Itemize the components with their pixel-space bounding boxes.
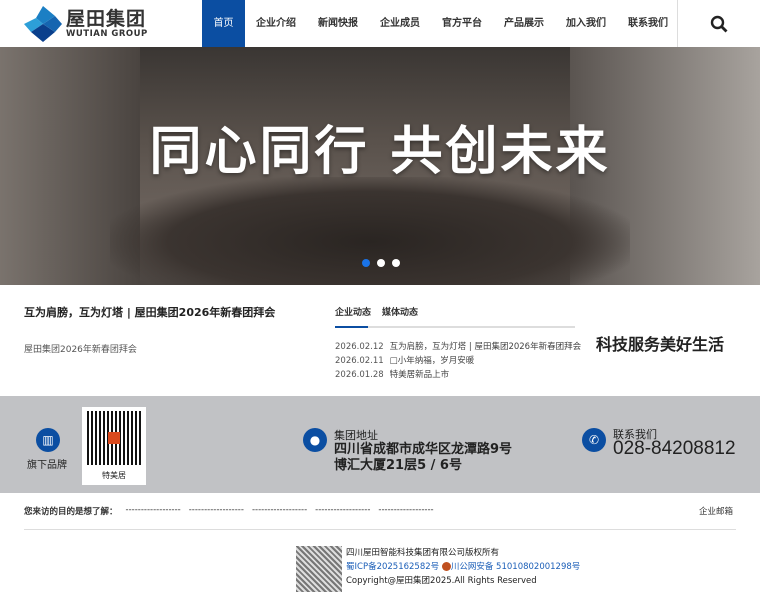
news-link[interactable]: 互为肩膀，互为灯塔 | 屋田集团2026年新春团拜会 — [390, 342, 581, 352]
enterprise-mail-link[interactable]: 企业邮箱 — [699, 505, 733, 517]
purpose-link[interactable]: ------------------ — [126, 505, 181, 517]
featured-news: 互为肩膀，互为灯塔 | 屋田集团2026年新春团拜会 屋田集团2026年新春团拜… — [24, 304, 275, 355]
qr-code-image — [87, 411, 141, 465]
police-record-link[interactable]: 川公网安备 51010802001298号 — [451, 562, 580, 572]
brands-label: 旗下品牌 — [27, 460, 67, 471]
building-icon: ▥ — [36, 428, 60, 452]
location-pin-icon: ● — [303, 428, 327, 452]
logo-icon — [24, 6, 62, 42]
featured-news-summary: 屋田集团2026年新春团拜会 — [24, 345, 137, 355]
news-tabs: 企业动态 媒体动态 2026.02.12 互为肩膀，互为灯塔 | 屋田集团2026… — [335, 305, 581, 382]
purpose-link[interactable]: ------------------ — [378, 505, 433, 517]
news-date: 2026.02.12 — [335, 342, 384, 352]
address-line-1: 四川省成都市成华区龙潭路9号 — [334, 442, 513, 457]
tab-media-news[interactable]: 媒体动态 — [382, 305, 418, 326]
motto: 科技服务美好生活 — [596, 335, 725, 354]
nav-contact[interactable]: 联系我们 — [617, 0, 679, 47]
search-button[interactable] — [677, 0, 760, 47]
phone-icon: ✆ — [582, 428, 606, 452]
phone-number[interactable]: 028-84208812 — [613, 438, 736, 460]
address: 四川省成都市成华区龙潭路9号 博汇大厦21层5 / 6号 — [334, 442, 512, 474]
purpose-link[interactable]: ------------------ — [315, 505, 370, 517]
news-link[interactable]: □小年纳福，岁月安暖 — [390, 356, 475, 366]
hero-slogan: 同心同行 共创未来 — [149, 122, 611, 182]
tab-indicator — [335, 326, 575, 328]
nav-about[interactable]: 企业介绍 — [245, 0, 307, 47]
news-date: 2026.01.28 — [335, 370, 384, 380]
nav-members[interactable]: 企业成员 — [369, 0, 431, 47]
company-copyright: 四川屋田智能科技集团有限公司版权所有 — [346, 548, 500, 558]
news-link[interactable]: 特美居新品上市 — [390, 370, 450, 380]
nav-join[interactable]: 加入我们 — [555, 0, 617, 47]
slide-dot-1[interactable] — [362, 259, 370, 267]
hero-banner[interactable]: 同心同行 共创未来 — [0, 47, 760, 285]
brand-qr[interactable]: 特美居 — [82, 407, 146, 485]
main-nav: 首页 企业介绍 新闻快报 企业成员 官方平台 产品展示 加入我们 联系我们 — [202, 0, 679, 47]
logo-name: 屋田集团 — [66, 8, 147, 30]
icp-link[interactable]: 蜀ICP备2025162582号 — [346, 562, 439, 572]
slide-dots — [362, 259, 400, 267]
nav-news[interactable]: 新闻快报 — [307, 0, 369, 47]
nav-products[interactable]: 产品展示 — [493, 0, 555, 47]
footer-qr-code — [296, 546, 342, 592]
slide-dot-3[interactable] — [392, 259, 400, 267]
list-item[interactable]: 2026.02.11 □小年纳福，岁月安暖 — [335, 354, 575, 368]
address-line-2: 博汇大厦21层5 / 6号 — [334, 458, 462, 473]
visit-label: 您来访的目的是想了解： — [24, 507, 118, 517]
logo-en: WUTIAN GROUP — [66, 29, 148, 39]
featured-news-title[interactable]: 互为肩膀，互为灯塔 | 屋田集团2026年新春团拜会 — [24, 304, 275, 320]
list-item[interactable]: 2026.01.28 特美居新品上市 — [335, 368, 575, 382]
info-band: ▥ 旗下品牌 特美居 ● 集团地址 四川省成都市成华区龙潭路9号 博汇大厦21层… — [0, 396, 760, 493]
purpose-link[interactable]: ------------------ — [189, 505, 244, 517]
nav-home[interactable]: 首页 — [202, 0, 245, 47]
news-list: 2026.02.12 互为肩膀，互为灯塔 | 屋田集团2026年新春团拜会 202… — [335, 340, 581, 382]
address-label: 集团地址 — [334, 429, 378, 442]
header: 屋田集团 WUTIAN GROUP 首页 企业介绍 新闻快报 企业成员 官方平台… — [0, 0, 760, 47]
qr-label: 特美居 — [102, 471, 126, 480]
footer-divider — [24, 529, 736, 530]
police-badge-icon — [441, 562, 451, 571]
visit-purpose: 您来访的目的是想了解： ------------------ ---------… — [24, 505, 434, 517]
copyright-block: 四川屋田智能科技集团有限公司版权所有 蜀ICP备2025162582号 川公网安… — [296, 546, 580, 592]
tab-company-news[interactable]: 企业动态 — [335, 305, 371, 326]
hero-group-photo — [110, 177, 630, 285]
news-date: 2026.02.11 — [335, 356, 384, 366]
list-item[interactable]: 2026.02.12 互为肩膀，互为灯塔 | 屋田集团2026年新春团拜会 — [335, 340, 581, 354]
copyright-text: Copyright@屋田集团2025.All Rights Reserved — [346, 576, 537, 586]
purpose-link[interactable]: ------------------ — [252, 505, 307, 517]
logo[interactable]: 屋田集团 WUTIAN GROUP — [24, 6, 148, 42]
search-icon — [710, 15, 728, 32]
nav-platforms[interactable]: 官方平台 — [431, 0, 493, 47]
slide-dot-2[interactable] — [377, 259, 385, 267]
